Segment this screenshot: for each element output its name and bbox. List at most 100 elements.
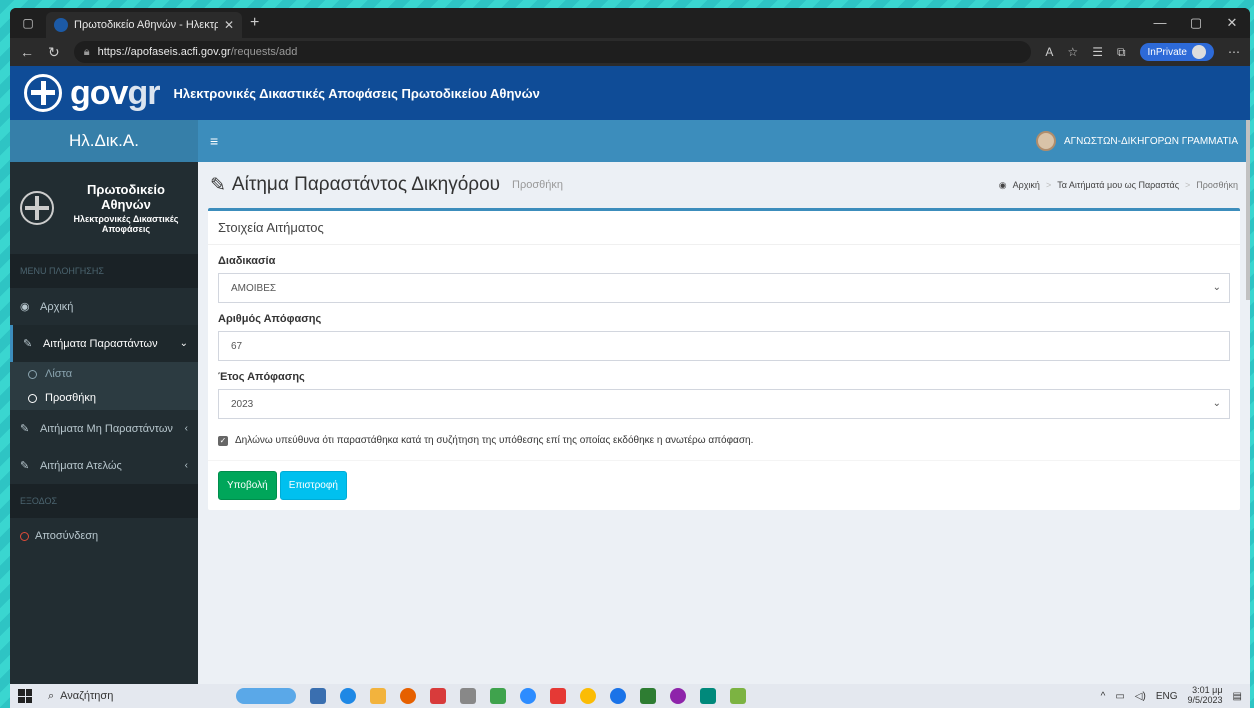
procedure-select[interactable]: ΑΜΟΙΒΕΣ ⌄ bbox=[218, 273, 1230, 303]
url-field[interactable]: 🔒︎ https://apofaseis.acfi.gov.gr/request… bbox=[73, 41, 1032, 63]
sidebar-item-logout[interactable]: Αποσύνδεση bbox=[10, 518, 198, 554]
app-icon[interactable] bbox=[610, 688, 626, 704]
tab-title: Πρωτοδικείο Αθηνών - Ηλεκτρο bbox=[74, 19, 218, 31]
app-icon[interactable] bbox=[670, 688, 686, 704]
edit-icon: ✎ bbox=[20, 460, 30, 472]
page-title-text: Αίτημα Παραστάντος Δικηγόρου bbox=[231, 174, 501, 195]
taskbar-search[interactable]: ⌕ Αναζήτηση bbox=[42, 686, 202, 706]
favorite-add-icon[interactable]: ☆ bbox=[1067, 45, 1078, 59]
sidebar-subitem-list[interactable]: Λίστα bbox=[10, 362, 198, 386]
windows-start-icon[interactable] bbox=[18, 689, 32, 703]
page-scrollbar[interactable] bbox=[1246, 120, 1250, 300]
tray-expand-icon[interactable]: ^ bbox=[1101, 691, 1106, 702]
notifications-icon[interactable]: ▤ bbox=[1233, 691, 1242, 702]
inprivate-badge[interactable]: InPrivate bbox=[1139, 43, 1214, 61]
more-icon[interactable]: ⋯ bbox=[1228, 45, 1240, 59]
circle-icon bbox=[28, 393, 37, 403]
chevron-down-icon: ⌄ bbox=[1212, 398, 1221, 409]
decision-number-input[interactable]: 67 bbox=[218, 331, 1230, 361]
chevron-down-icon: ⌄ bbox=[179, 338, 188, 349]
task-view-icon[interactable] bbox=[310, 688, 326, 704]
page-title: ✎ Αίτημα Παραστάντος Δικηγόρου Προσθήκη bbox=[210, 174, 563, 197]
exit-header: ΕΞΟΔΟΣ bbox=[10, 484, 198, 518]
sidebar-item-home[interactable]: ◉ Αρχική bbox=[10, 288, 198, 325]
anydesk-icon[interactable] bbox=[550, 688, 566, 704]
submit-button[interactable]: Υποβολή bbox=[218, 471, 277, 500]
greek-emblem-icon bbox=[24, 74, 62, 112]
back-icon[interactable]: ← bbox=[20, 44, 34, 60]
chrome-icon[interactable] bbox=[580, 688, 596, 704]
sidebar-subitem-add[interactable]: Προσθήκη bbox=[10, 386, 198, 410]
new-tab-icon[interactable]: + bbox=[250, 14, 259, 32]
app-icon[interactable] bbox=[430, 688, 446, 704]
sidebar-item-requests-free[interactable]: ✎ Αιτήματα Ατελώς ‹ bbox=[10, 447, 198, 484]
clock[interactable]: 3:01 μμ 9/5/2023 bbox=[1187, 685, 1223, 706]
system-tray: ^ ▭ ◁) ENG 3:01 μμ 9/5/2023 ▤ bbox=[1101, 685, 1242, 706]
breadcrumb-home[interactable]: Αρχική bbox=[1013, 180, 1040, 190]
close-tab-icon[interactable]: ✕ bbox=[224, 18, 234, 32]
volume-icon[interactable]: ◁) bbox=[1135, 691, 1146, 702]
app-icon[interactable] bbox=[700, 688, 716, 704]
edit-icon: ✎ bbox=[210, 174, 226, 196]
sidebar-item-requests-not-present[interactable]: ✎ Αιτήματα Μη Παραστάντων ‹ bbox=[10, 410, 198, 447]
govgr-logo[interactable]: govgr bbox=[70, 74, 160, 112]
edit-icon: ✎ bbox=[20, 423, 30, 435]
window-menu-icon[interactable]: ▢ bbox=[10, 16, 46, 30]
decision-year-value: 2023 bbox=[231, 398, 254, 410]
zoom-icon[interactable] bbox=[520, 688, 536, 704]
edit-icon: ✎ bbox=[23, 338, 33, 350]
breadcrumb-current: Προσθήκη bbox=[1196, 180, 1238, 190]
page-subtitle: Προσθήκη bbox=[512, 179, 564, 191]
chevron-left-icon: ‹ bbox=[184, 423, 188, 434]
breadcrumb-separator: > bbox=[1045, 180, 1052, 190]
user-menu[interactable]: ΑΓΝΩΣΤΩΝ-ΔΙΚΗΓΟΡΩΝ ΓΡΑΜΜΑΤΙΑ bbox=[1035, 131, 1238, 151]
menu-header: MENU ΠΛΟΗΓΗΣΗΣ bbox=[10, 254, 198, 288]
app-icon[interactable] bbox=[490, 688, 506, 704]
subitem-label: Προσθήκη bbox=[45, 392, 96, 404]
tab-bar: ▢ Πρωτοδικείο Αθηνών - Ηλεκτρο ✕ + — ▢ ✕ bbox=[10, 8, 1250, 38]
app-icon[interactable] bbox=[730, 688, 746, 704]
procedure-value: ΑΜΟΙΒΕΣ bbox=[231, 282, 277, 294]
taskbar-apps bbox=[236, 688, 746, 704]
language-indicator[interactable]: ENG bbox=[1156, 691, 1178, 702]
sidebar-brand[interactable]: Ηλ.Δικ.Α. bbox=[10, 120, 198, 162]
back-button[interactable]: Επιστροφή bbox=[279, 471, 347, 500]
collections-icon[interactable]: ⧉ bbox=[1117, 45, 1126, 60]
clock-date: 9/5/2023 bbox=[1187, 695, 1223, 705]
network-icon[interactable]: ▭ bbox=[1115, 691, 1124, 702]
declaration-text: Δηλώνω υπεύθυνα ότι παραστάθηκα κατά τη … bbox=[235, 435, 754, 446]
site-title: Ηλεκτρονικές Δικαστικές Αποφάσεις Πρωτοδ… bbox=[173, 85, 540, 101]
restore-icon[interactable]: ▢ bbox=[1178, 8, 1214, 38]
declaration-checkbox[interactable]: ✓ bbox=[218, 435, 228, 446]
read-aloud-icon[interactable]: A bbox=[1045, 45, 1053, 59]
menu-toggle-icon[interactable]: ≡ bbox=[210, 133, 218, 149]
browser-tab[interactable]: Πρωτοδικείο Αθηνών - Ηλεκτρο ✕ bbox=[46, 12, 242, 38]
decision-number-label: Αριθμός Απόφασης bbox=[218, 313, 322, 325]
declaration-row: ✓ Δηλώνω υπεύθυνα ότι παραστάθηκα κατά τ… bbox=[218, 429, 1230, 460]
logo-gr: gr bbox=[127, 74, 160, 112]
sidebar-item-label: Αποσύνδεση bbox=[35, 530, 99, 542]
decision-year-select[interactable]: 2023 ⌄ bbox=[218, 389, 1230, 419]
minimize-icon[interactable]: — bbox=[1142, 8, 1178, 38]
edge-icon[interactable] bbox=[340, 688, 356, 704]
favorites-icon[interactable]: ☰ bbox=[1092, 45, 1103, 59]
sidebar-item-label: Αιτήματα Παραστάντων bbox=[43, 337, 158, 350]
sidebar-org-panel: Πρωτοδικείο Αθηνών Ηλεκτρονικές Δικαστικ… bbox=[10, 162, 198, 254]
sidebar-item-label: Αιτήματα Μη Παραστάντων bbox=[40, 422, 173, 435]
subitem-label: Λίστα bbox=[45, 368, 73, 380]
circle-icon bbox=[28, 369, 37, 379]
file-explorer-icon[interactable] bbox=[370, 688, 386, 704]
refresh-icon[interactable]: ↻ bbox=[48, 44, 60, 61]
box-title: Στοιχεία Αιτήματος bbox=[208, 211, 1240, 245]
app-icon[interactable] bbox=[640, 688, 656, 704]
breadcrumb-requests[interactable]: Τα Αιτήματά μου ως Παραστάς bbox=[1057, 180, 1179, 190]
top-navbar: ≡ ΑΓΝΩΣΤΩΝ-ΔΙΚΗΓΟΡΩΝ ΓΡΑΜΜΑΤΙΑ bbox=[198, 120, 1250, 162]
sidebar-item-requests-present[interactable]: ✎ Αιτήματα Παραστάντων ⌄ bbox=[10, 325, 198, 362]
firefox-icon[interactable] bbox=[400, 688, 416, 704]
weather-widget-icon[interactable] bbox=[236, 688, 296, 704]
breadcrumb-separator: > bbox=[1185, 180, 1191, 190]
url-path: /requests/add bbox=[230, 46, 298, 58]
logo-gov: gov bbox=[70, 74, 128, 112]
close-window-icon[interactable]: ✕ bbox=[1214, 8, 1250, 38]
app-icon[interactable] bbox=[460, 688, 476, 704]
